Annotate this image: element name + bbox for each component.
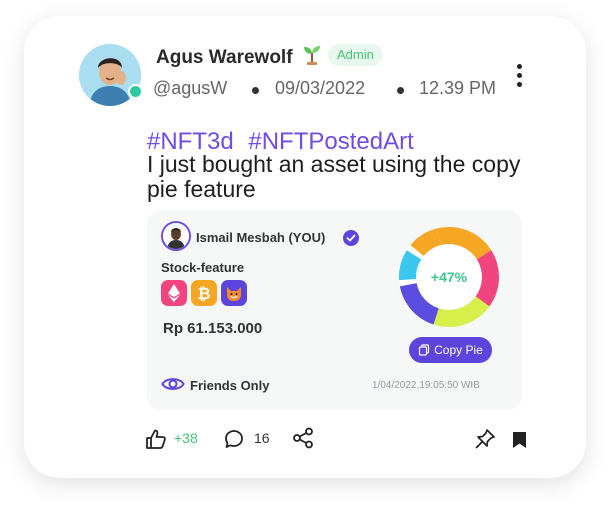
ethereum-icon[interactable]	[161, 280, 187, 306]
visibility-label: Friends Only	[190, 378, 270, 393]
copy-icon	[419, 344, 430, 356]
post-time: 12.39 PM	[419, 78, 497, 98]
more-options-icon[interactable]	[513, 64, 525, 90]
pie-chart[interactable]: +47%	[398, 226, 500, 328]
author-handle[interactable]: @agusW	[153, 78, 227, 99]
asset-timestamp: 1/04/2022,19:05:50 WIB	[372, 380, 480, 391]
author-name[interactable]: Agus Warewolf	[156, 47, 293, 69]
share-icon[interactable]	[292, 427, 314, 449]
verified-icon	[343, 230, 359, 246]
admin-badge: Admin	[328, 44, 383, 66]
pie-change-label: +47%	[431, 269, 468, 285]
pin-icon[interactable]	[474, 428, 496, 450]
like-count: +38	[174, 430, 198, 446]
owner-avatar[interactable]	[161, 221, 191, 251]
post-text: I just bought an asset using the copy pi…	[147, 151, 521, 202]
bookmark-icon[interactable]	[512, 431, 527, 449]
shiba-inu-icon[interactable]	[221, 280, 247, 306]
owner-name[interactable]: Ismail Mesbah (YOU)	[196, 230, 325, 245]
bitcoin-icon[interactable]: ₿	[191, 280, 217, 306]
online-status-indicator	[128, 84, 143, 99]
svg-text:₿: ₿	[197, 284, 210, 303]
section-label: Stock-feature	[161, 260, 245, 275]
post-date: 09/03/2022	[275, 78, 366, 98]
like-icon[interactable]	[145, 428, 167, 450]
comment-icon[interactable]	[224, 429, 244, 449]
sprout-icon	[304, 46, 320, 65]
comment-count: 16	[254, 430, 270, 446]
eye-icon	[161, 378, 185, 390]
asset-price: Rp 61.153.000	[163, 320, 263, 337]
separator-dot	[252, 87, 259, 94]
copy-pie-label: Copy Pie	[434, 343, 483, 357]
separator-dot	[397, 87, 404, 94]
copy-pie-button[interactable]: Copy Pie	[409, 337, 492, 363]
